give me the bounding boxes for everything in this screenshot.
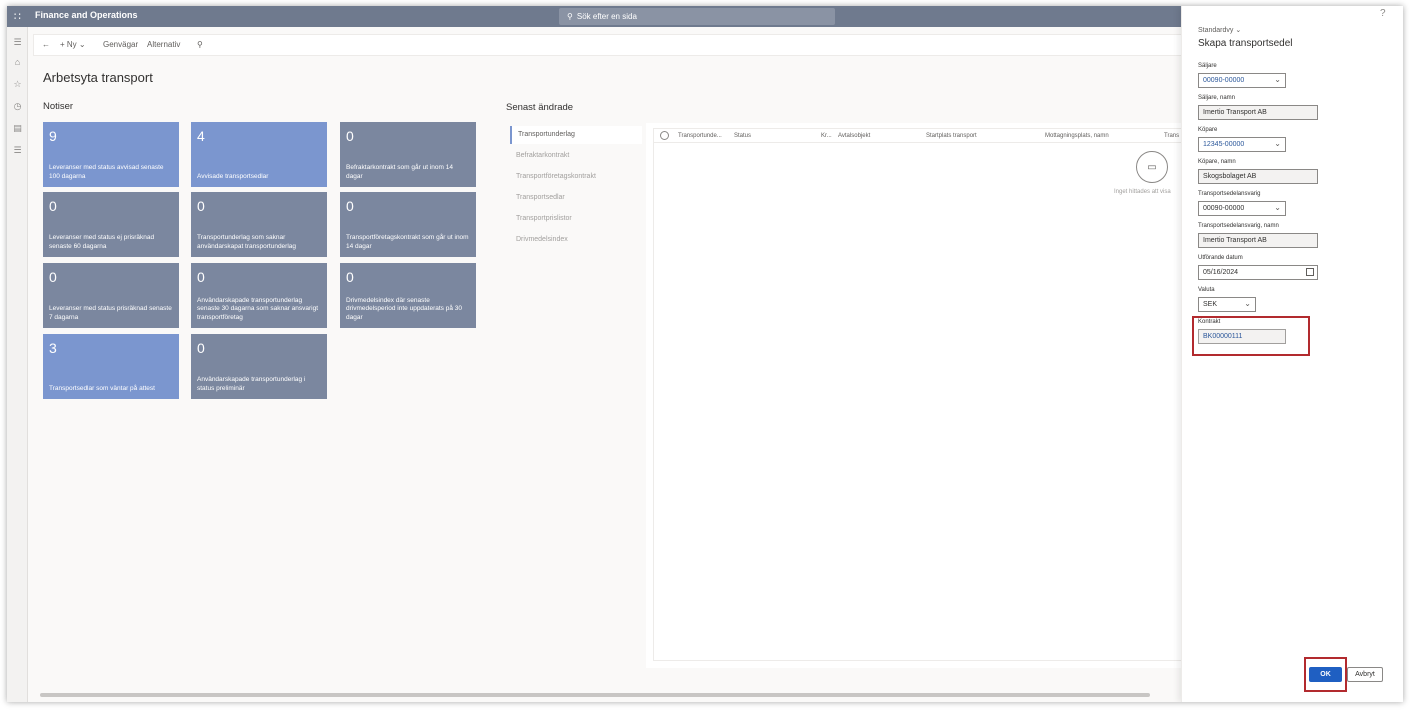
horizontal-scrollbar[interactable] — [40, 693, 1150, 697]
buyer-label: Köpare — [1198, 127, 1218, 133]
highlight-box — [1192, 316, 1310, 356]
cancel-button[interactable]: Avbryt — [1347, 667, 1383, 682]
tile[interactable]: 3 Transportsedlar som väntar på attest — [43, 334, 179, 399]
tile[interactable]: 0 Användarskapade transportunderlag senas… — [191, 263, 327, 328]
tile[interactable]: 0 Transportunderlag som saknar användarsk… — [191, 192, 327, 257]
tab-transportforetagskontrakt[interactable]: Transportföretagskontrakt — [510, 168, 642, 186]
recent-header: Senast ändrade — [506, 102, 574, 113]
new-button[interactable]: + Ny ⌄ — [60, 40, 86, 49]
recent-tabs: Transportunderlag Befraktarkontrakt Tran… — [506, 123, 646, 668]
ok-button[interactable]: OK — [1309, 667, 1342, 682]
responsible-name-field[interactable]: Imertio Transport AB — [1198, 233, 1318, 248]
tile[interactable]: 9 Leveranser med status avvisad senaste 1… — [43, 122, 179, 187]
back-icon[interactable]: ← — [42, 40, 50, 49]
modules-icon[interactable]: ☰ — [7, 145, 28, 156]
app-title: Finance and Operations — [35, 10, 138, 20]
navigation-rail: ☰ ⌂ ☆ ◷ ▤ ☰ — [7, 27, 28, 702]
tile[interactable]: 0 Transportföretagskontrakt som går ut in… — [340, 192, 476, 257]
notices-header: Notiser — [43, 101, 74, 112]
column-header[interactable]: Transportunde... — [678, 133, 722, 139]
seller-name-label: Säljare, namn — [1198, 95, 1236, 101]
tile[interactable]: 0 Användarskapade transportunderlag i sta… — [191, 334, 327, 399]
help-icon[interactable]: ? — [1380, 8, 1386, 19]
panel-title: Skapa transportsedel — [1198, 38, 1293, 49]
tab-drivmedelsindex[interactable]: Drivmedelsindex — [510, 231, 642, 249]
seller-label: Säljare — [1198, 63, 1217, 69]
seller-field[interactable]: 00090-00000 ⌄ — [1198, 73, 1286, 88]
search-placeholder: Sök efter en sida — [576, 12, 637, 21]
currency-field[interactable]: SEK ⌄ — [1198, 297, 1256, 312]
home-icon[interactable]: ⌂ — [7, 57, 28, 67]
view-selector[interactable]: Standardvy ⌄ — [1198, 26, 1241, 34]
create-transport-note-panel: ? Standardvy ⌄ Skapa transportsedel Sälj… — [1181, 6, 1403, 702]
hamburger-icon[interactable]: ☰ — [7, 37, 28, 48]
calendar-icon[interactable] — [1306, 268, 1314, 276]
tile[interactable]: 0 Drivmedelsindex där senaste drivmedelsp… — [340, 263, 476, 328]
page-title: Arbetsyta transport — [43, 70, 153, 85]
buyer-name-label: Köpare, namn — [1198, 159, 1236, 165]
responsible-label: Transportsedelansvarig — [1198, 191, 1261, 197]
empty-state-icon: ▭ — [1136, 151, 1168, 183]
star-icon[interactable]: ☆ — [7, 79, 28, 90]
search-icon[interactable]: ⚲ — [197, 40, 203, 49]
search-icon: ⚲ — [567, 12, 573, 21]
tab-transportsedlar[interactable]: Transportsedlar — [510, 189, 642, 207]
tile[interactable]: 0 Befraktarkontrakt som går ut inom 14 da… — [340, 122, 476, 187]
select-all-checkbox[interactable] — [660, 131, 669, 140]
execution-date-field[interactable]: 05/16/2024 — [1198, 265, 1318, 280]
empty-state-text: Inget hittades att visa — [1114, 189, 1171, 195]
recent-icon[interactable]: ◷ — [7, 101, 28, 112]
execution-date-label: Utförande datum — [1198, 255, 1243, 261]
chevron-down-icon[interactable]: ⌄ — [1244, 299, 1251, 308]
seller-name-field[interactable]: Imertio Transport AB — [1198, 105, 1318, 120]
tile[interactable]: 0 Leveranser med status prisräknad senast… — [43, 263, 179, 328]
column-header[interactable]: Avtalsobjekt — [838, 133, 870, 139]
recent-changes-panel: Transportunderlag Befraktarkontrakt Tran… — [506, 123, 1184, 668]
action-bar: ← + Ny ⌄ Genvägar Alternativ ⚲ — [33, 34, 1183, 56]
column-header[interactable]: Startplats transport — [926, 133, 977, 139]
search-box[interactable]: ⚲ Sök efter en sida — [559, 8, 835, 25]
grid-header: Transportunde... Status Kr... Avtalsobje… — [654, 129, 1184, 143]
chevron-down-icon[interactable]: ⌄ — [1274, 75, 1281, 84]
buyer-field[interactable]: 12345-00000 ⌄ — [1198, 137, 1286, 152]
tile[interactable]: 4 Avvisade transportsedlar — [191, 122, 327, 187]
column-header[interactable]: Mottagningsplats, namn — [1045, 133, 1109, 139]
tab-befraktarkontrakt[interactable]: Befraktarkontrakt — [510, 147, 642, 165]
recent-grid: Transportunde... Status Kr... Avtalsobje… — [653, 128, 1184, 661]
shortcuts-button[interactable]: Genvägar — [103, 40, 138, 49]
app-window: ∷ Finance and Operations ⚲ Sök efter en … — [7, 6, 1403, 702]
top-bar: ∷ Finance and Operations ⚲ Sök efter en … — [7, 6, 1181, 27]
responsible-name-label: Transportsedelansvarig, namn — [1198, 223, 1279, 229]
options-button[interactable]: Alternativ — [147, 40, 180, 49]
tab-transportprislistor[interactable]: Transportprislistor — [510, 210, 642, 228]
chevron-down-icon[interactable]: ⌄ — [1274, 139, 1281, 148]
column-header[interactable]: Kr... — [821, 133, 832, 139]
column-header[interactable]: Status — [734, 133, 751, 139]
buyer-name-field[interactable]: Skogsbolaget AB — [1198, 169, 1318, 184]
tile[interactable]: 0 Leveranser med status ej prisräknad sen… — [43, 192, 179, 257]
responsible-field[interactable]: 00090-00000 ⌄ — [1198, 201, 1286, 216]
workspace-icon[interactable]: ▤ — [7, 123, 28, 134]
currency-label: Valuta — [1198, 287, 1215, 293]
chevron-down-icon[interactable]: ⌄ — [1274, 203, 1281, 212]
column-header[interactable]: Trans — [1164, 133, 1179, 139]
app-launcher-icon[interactable]: ∷ — [7, 6, 28, 27]
tab-transportunderlag[interactable]: Transportunderlag — [510, 126, 642, 144]
